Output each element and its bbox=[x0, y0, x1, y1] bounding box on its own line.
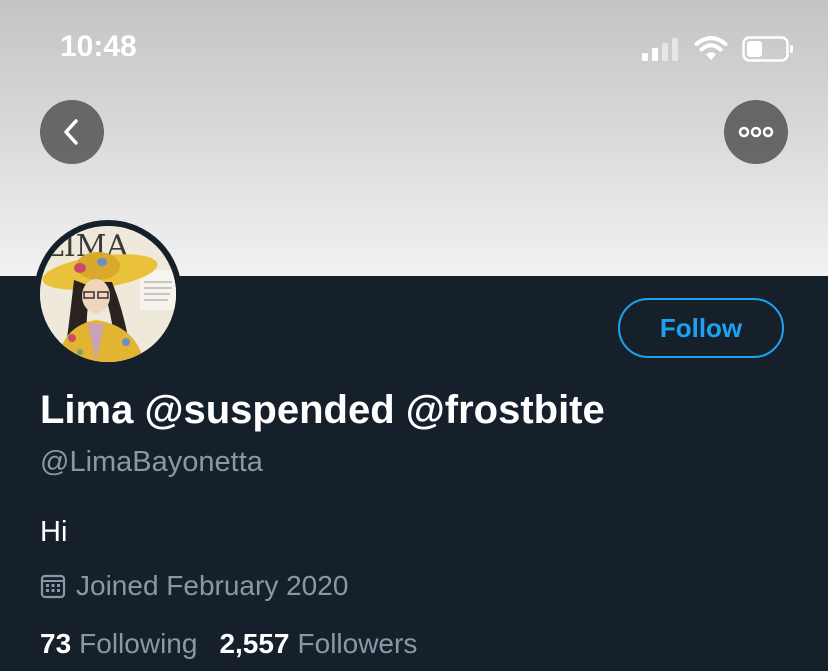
more-horizontal-icon bbox=[738, 126, 774, 138]
follow-stats: 73 Following 2,557 Followers bbox=[40, 628, 417, 660]
status-icons bbox=[642, 36, 794, 62]
calendar-icon bbox=[40, 574, 66, 599]
joined-text: Joined February 2020 bbox=[76, 570, 349, 601]
back-button[interactable] bbox=[40, 100, 104, 164]
wifi-icon bbox=[694, 36, 728, 60]
followers-label: Followers bbox=[297, 628, 418, 659]
chevron-left-icon bbox=[64, 119, 78, 145]
following-count: 73 bbox=[40, 628, 72, 659]
follow-button[interactable]: Follow bbox=[618, 298, 784, 358]
followers-link[interactable]: 2,557 Followers bbox=[219, 628, 417, 660]
following-link[interactable]: 73 Following bbox=[40, 628, 197, 660]
more-options-button[interactable] bbox=[724, 100, 788, 164]
following-label: Following bbox=[79, 628, 198, 659]
battery-icon bbox=[742, 36, 793, 62]
avatar-image: LIMA bbox=[40, 226, 176, 362]
username-handle: @LimaBayonetta bbox=[40, 446, 263, 478]
profile-bio: Hi bbox=[40, 516, 68, 548]
joined-date: Joined February 2020 bbox=[40, 570, 348, 602]
avatar[interactable]: LIMA bbox=[34, 220, 182, 368]
status-time: 10:48 bbox=[60, 30, 137, 63]
avatar-illustration: LIMA bbox=[40, 226, 176, 362]
followers-count: 2,557 bbox=[219, 628, 290, 659]
display-name: Lima @suspended @frostbite bbox=[40, 388, 605, 432]
cellular-signal-icon bbox=[642, 38, 678, 61]
